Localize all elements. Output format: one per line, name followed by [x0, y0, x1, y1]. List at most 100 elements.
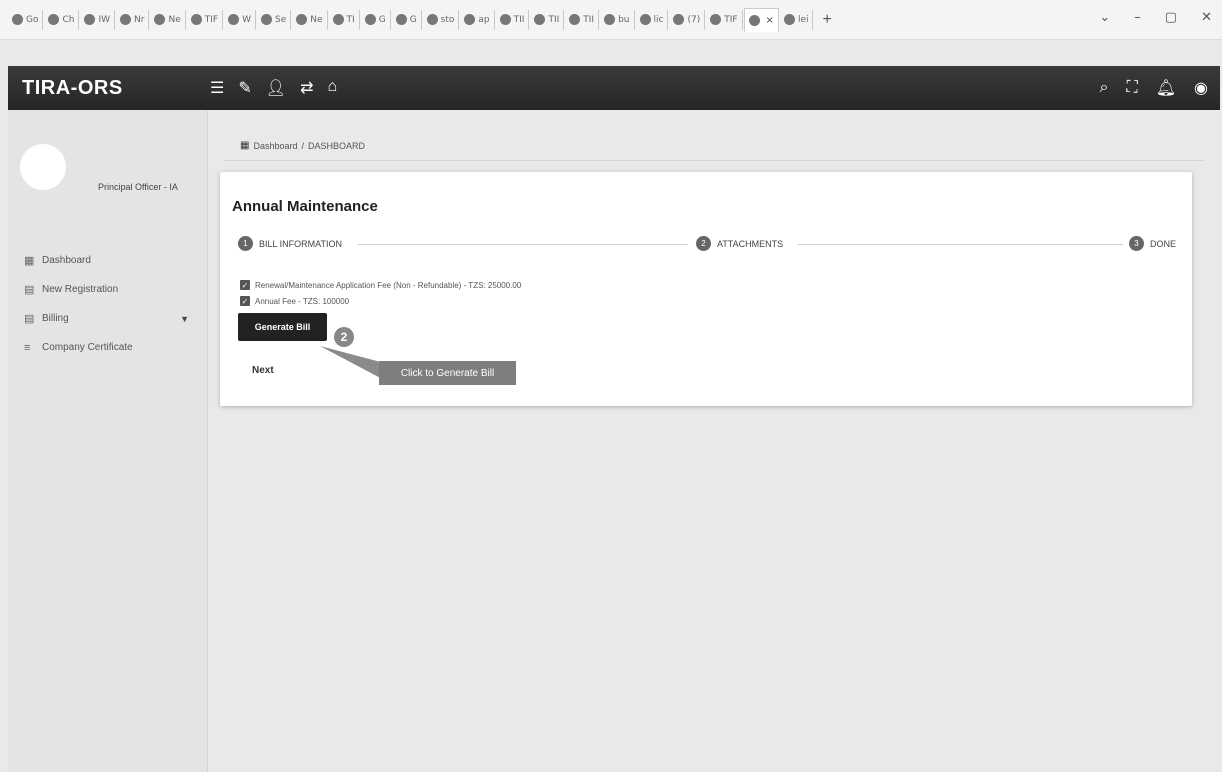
- browser-tab[interactable]: Nr: [116, 9, 150, 30]
- sidebar-item-billing[interactable]: ▤ Billing ▼: [8, 304, 207, 333]
- breadcrumb-root[interactable]: Dashboard: [253, 141, 297, 151]
- browser-tab[interactable]: Ne: [150, 9, 186, 30]
- step-done[interactable]: 3 DONE: [1122, 236, 1182, 251]
- browser-tab-label: TI: [346, 14, 355, 25]
- browser-tab[interactable]: sto: [423, 9, 460, 30]
- browser-tab-label: (7): [687, 14, 701, 25]
- favicon-icon: [569, 14, 581, 25]
- browser-tab-label: G: [378, 14, 386, 25]
- browser-tab-label: IW: [98, 14, 111, 25]
- sidebar-item-company-certificate[interactable]: ≡ Company Certificate: [8, 333, 207, 362]
- favicon-icon: [464, 14, 476, 25]
- sidebar-item-new-registration[interactable]: ▤ New Registration: [8, 275, 207, 304]
- browser-tab-label: Ne: [168, 14, 181, 25]
- favicon-icon: [534, 14, 546, 25]
- browser-tab[interactable]: IW: [80, 9, 116, 30]
- browser-tab[interactable]: TIF: [706, 9, 743, 30]
- table-icon: ▤: [24, 284, 35, 296]
- favicon-icon: [84, 14, 96, 25]
- window-controls: ⌄ – ▢ ✕: [1099, 10, 1212, 25]
- home-icon[interactable]: ⌂: [327, 78, 337, 98]
- browser-tab[interactable]: Ch: [44, 9, 80, 30]
- close-tab-icon[interactable]: ×: [766, 15, 774, 26]
- list-icon: ≡: [24, 341, 31, 354]
- step-label: ATTACHMENTS: [717, 238, 784, 249]
- menu-icon[interactable]: ☰: [210, 78, 224, 98]
- avatar: [20, 144, 66, 190]
- favicon-icon: [748, 14, 760, 26]
- annual-maintenance-card: Annual Maintenance 1 BILL INFORMATION 2 …: [220, 172, 1192, 406]
- browser-tab-label: TII: [583, 14, 595, 25]
- browser-tab[interactable]: bu: [600, 9, 635, 30]
- user-icon[interactable]: 👤︎: [266, 78, 286, 98]
- browser-tab-label: W: [242, 14, 252, 25]
- favicon-icon: [499, 14, 511, 25]
- search-icon[interactable]: ⌕: [1100, 79, 1109, 97]
- maximize-icon[interactable]: ▢: [1165, 10, 1177, 25]
- browser-tabs: Go Ch IW Nr Ne TIF W Se Ne TI G Gsto ap TII TII TII bu li…: [8, 7, 832, 32]
- browser-tab-label: TII: [548, 14, 560, 25]
- breadcrumb: ▦ Dashboard / DASHBOARD: [240, 140, 365, 151]
- account-icon[interactable]: ◉: [1194, 78, 1208, 98]
- minimize-icon[interactable]: –: [1134, 10, 1141, 25]
- sidebar-item-dashboard[interactable]: ▦ Dashboard: [8, 246, 207, 275]
- divider: [224, 160, 1204, 161]
- bell-icon[interactable]: 🔔︎: [1156, 78, 1176, 98]
- sidebar-nav: ▦ Dashboard ▤ New Registration ▤ Billing…: [8, 246, 207, 362]
- sidebar-item-label: New Registration: [42, 284, 119, 295]
- browser-tab[interactable]: (7): [669, 9, 706, 30]
- browser-tab-label: TII: [513, 14, 525, 25]
- favicon-icon: [783, 14, 795, 25]
- browser-tab[interactable]: TII: [565, 9, 600, 30]
- browser-tab[interactable]: ×: [743, 7, 779, 32]
- favicon-icon: [154, 14, 166, 25]
- favicon-icon: [710, 14, 722, 25]
- browser-tab[interactable]: Ne: [292, 9, 328, 30]
- browser-tab[interactable]: Se: [257, 9, 292, 30]
- favicon-icon: [395, 14, 407, 25]
- browser-tab[interactable]: lei: [780, 9, 814, 30]
- step-connector: [798, 244, 1128, 245]
- favicon-icon: [120, 14, 132, 25]
- transfer-icon[interactable]: ⇄: [300, 78, 313, 98]
- favicon-icon: [332, 14, 344, 25]
- browser-tab-label: lei: [797, 14, 809, 25]
- favicon-icon: [228, 14, 240, 25]
- browser-tab[interactable]: G: [392, 9, 422, 30]
- browser-tab-label: Ne: [310, 14, 323, 25]
- table-icon: ▤: [24, 313, 35, 325]
- browser-tab-label: bu: [618, 14, 630, 25]
- chevron-down-icon[interactable]: ▼: [180, 314, 189, 324]
- browser-tab[interactable]: TII: [530, 9, 565, 30]
- favicon-icon: [296, 14, 308, 25]
- step-attachments[interactable]: 2 ATTACHMENTS: [690, 236, 790, 251]
- browser-tab[interactable]: Go: [8, 9, 44, 30]
- browser-tab[interactable]: TIF: [187, 9, 224, 30]
- browser-tab-label: Nr: [134, 14, 145, 25]
- browser-tab[interactable]: lic: [636, 9, 669, 30]
- next-button[interactable]: Next: [252, 365, 274, 376]
- close-window-icon[interactable]: ✕: [1201, 10, 1212, 25]
- browser-tab-label: Ch: [62, 14, 75, 25]
- pin-icon[interactable]: ✎: [238, 78, 251, 98]
- app-brand[interactable]: TIRA-ORS: [8, 77, 208, 100]
- new-tab-button[interactable]: +: [822, 11, 831, 29]
- favicon-icon: [604, 14, 616, 25]
- sidebar-item-label: Company Certificate: [42, 342, 133, 353]
- browser-tab[interactable]: ap: [460, 9, 495, 30]
- step-number: 3: [1128, 236, 1144, 251]
- fullscreen-icon[interactable]: ⛶: [1127, 79, 1138, 97]
- favicon-icon: [261, 14, 273, 25]
- browser-tab[interactable]: TII: [496, 9, 530, 30]
- app-header: TIRA-ORS ☰ ✎ 👤︎ ⇄ ⌂ ⌕ ⛶ 🔔︎ ◉: [8, 66, 1220, 110]
- browser-tab[interactable]: W: [224, 9, 257, 30]
- grid-icon: ▦: [24, 255, 35, 267]
- breadcrumb-separator: /: [301, 140, 304, 151]
- browser-tab[interactable]: G: [361, 9, 391, 30]
- browser-tab[interactable]: TI: [329, 9, 360, 30]
- browser-tab-label: Se: [275, 14, 287, 25]
- favicon-icon: [639, 14, 651, 25]
- favicon-icon: [364, 14, 376, 25]
- favicon-icon: [12, 14, 23, 25]
- tab-search-icon[interactable]: ⌄: [1099, 10, 1110, 25]
